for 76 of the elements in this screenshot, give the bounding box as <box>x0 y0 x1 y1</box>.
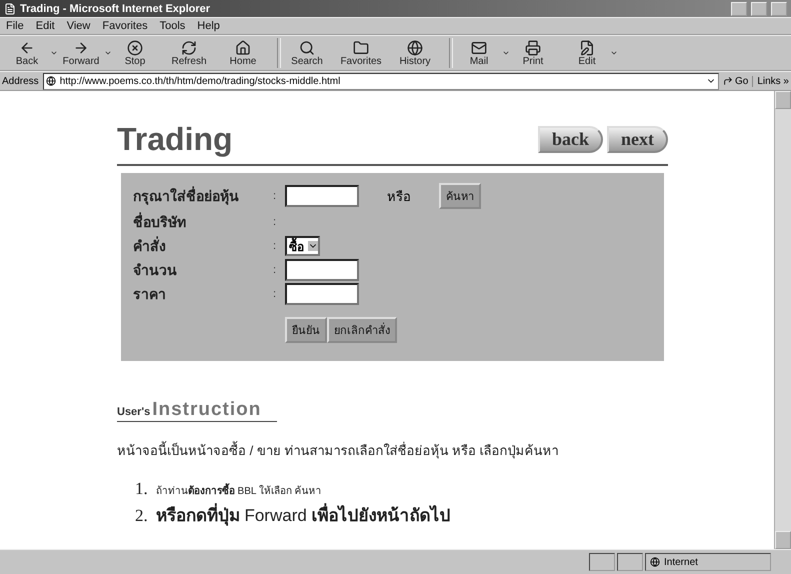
address-field[interactable]: http://www.poems.co.th/th/htm/demo/trading/stocks-middle.html <box>42 72 719 90</box>
or-label: หรือ <box>387 188 411 206</box>
field-label: จำนวน <box>133 261 178 280</box>
toolbar-button[interactable]: Home <box>220 38 274 68</box>
toolbar-button[interactable]: Stop <box>112 38 166 68</box>
folder-icon <box>353 40 369 56</box>
instruction-text: หน้าจอนี้เป็นหน้าจอซื้อ / ขาย ท่านสามารถเลือกใส่ชื่อย่อหุ้น หรือ เลือกปุ่มค้นหา <box>117 440 560 460</box>
menu-item[interactable]: File <box>0 18 30 34</box>
zone-label: Internet <box>664 556 698 568</box>
menu-item[interactable]: Help <box>191 18 226 34</box>
toolbar-button[interactable]: Favorites <box>338 38 392 68</box>
step-text: ถ้าท่านต้องการซื้อ BBL ให้เลือก ค้นหา <box>156 483 322 498</box>
colon: : <box>273 288 278 300</box>
status-pane <box>589 553 615 571</box>
dropdown-icon[interactable] <box>502 49 510 57</box>
next-button[interactable]: next <box>607 126 668 153</box>
page-icon <box>46 76 56 86</box>
stop-icon <box>127 40 143 56</box>
refresh-icon <box>181 40 197 56</box>
search-icon <box>299 40 315 56</box>
links-button[interactable]: Links » <box>752 76 789 86</box>
step-text: หรือกดที่ปุ่ม Forward เพื่อไปยังหน้าถัดไป <box>156 501 451 528</box>
input-field[interactable] <box>285 259 359 281</box>
search-button[interactable]: ค้นหา <box>439 183 481 209</box>
confirm-button[interactable]: ยืนยัน <box>285 317 327 343</box>
mail-icon <box>471 40 487 56</box>
toolbar-button[interactable]: History <box>392 38 446 68</box>
dropdown-icon[interactable] <box>50 49 58 57</box>
home-icon <box>235 40 251 56</box>
menu-item[interactable]: Favorites <box>96 18 154 34</box>
input-field[interactable] <box>285 283 359 305</box>
dropdown-icon[interactable] <box>610 49 618 57</box>
colon: : <box>273 240 278 252</box>
edit-icon <box>579 40 595 56</box>
list-number: 1. <box>135 479 148 499</box>
dropdown-arrow-icon[interactable] <box>308 241 318 251</box>
globe-icon <box>407 40 423 56</box>
toolbar-button[interactable]: Edit <box>564 38 618 68</box>
colon: : <box>273 216 278 228</box>
list-number: 2. <box>135 506 148 526</box>
order-select[interactable]: ซื้อ <box>285 236 320 256</box>
cancel-button[interactable]: ยกเลิกคำสั่ง <box>327 317 397 343</box>
colon: : <box>273 190 278 202</box>
heading-lead: User's <box>117 406 150 418</box>
toolbar-button[interactable]: Mail <box>456 38 510 68</box>
section-heading: Instruction <box>152 399 262 421</box>
right-arrow-icon <box>73 40 89 56</box>
menu-item[interactable]: Tools <box>154 18 192 34</box>
close-button[interactable] <box>771 2 787 16</box>
page-title: Trading <box>117 121 233 158</box>
field-label: กรุณาใส่ชื่อย่อหุ้น <box>133 185 240 207</box>
printer-icon <box>525 40 541 56</box>
back-button[interactable]: back <box>538 126 603 153</box>
globe-icon <box>650 557 660 567</box>
menu-item[interactable]: View <box>60 18 96 34</box>
toolbar-button[interactable]: Back <box>4 38 58 68</box>
maximize-button[interactable] <box>751 2 767 16</box>
colon: : <box>273 264 278 276</box>
scrollbar[interactable] <box>774 91 791 549</box>
dropdown-icon[interactable] <box>104 49 112 57</box>
go-arrow-icon <box>722 76 733 86</box>
window-title: Trading - Microsoft Internet Explorer <box>20 2 212 14</box>
address-label: Address <box>2 76 39 86</box>
go-button[interactable]: Go <box>722 76 748 86</box>
toolbar-button[interactable]: Search <box>284 38 338 68</box>
status-pane <box>617 553 643 571</box>
toolbar-button[interactable]: Print <box>510 38 564 68</box>
input-field[interactable] <box>285 185 359 207</box>
field-label: ชื่อบริษัท <box>133 211 187 232</box>
app-icon <box>4 2 16 14</box>
toolbar-button[interactable]: Refresh <box>166 38 220 68</box>
field-label: คำสั่ง <box>133 235 167 256</box>
field-label: ราคา <box>133 285 167 304</box>
menu-item[interactable]: Edit <box>30 18 61 34</box>
toolbar-button[interactable]: Forward <box>58 38 112 68</box>
minimize-button[interactable] <box>731 2 747 16</box>
